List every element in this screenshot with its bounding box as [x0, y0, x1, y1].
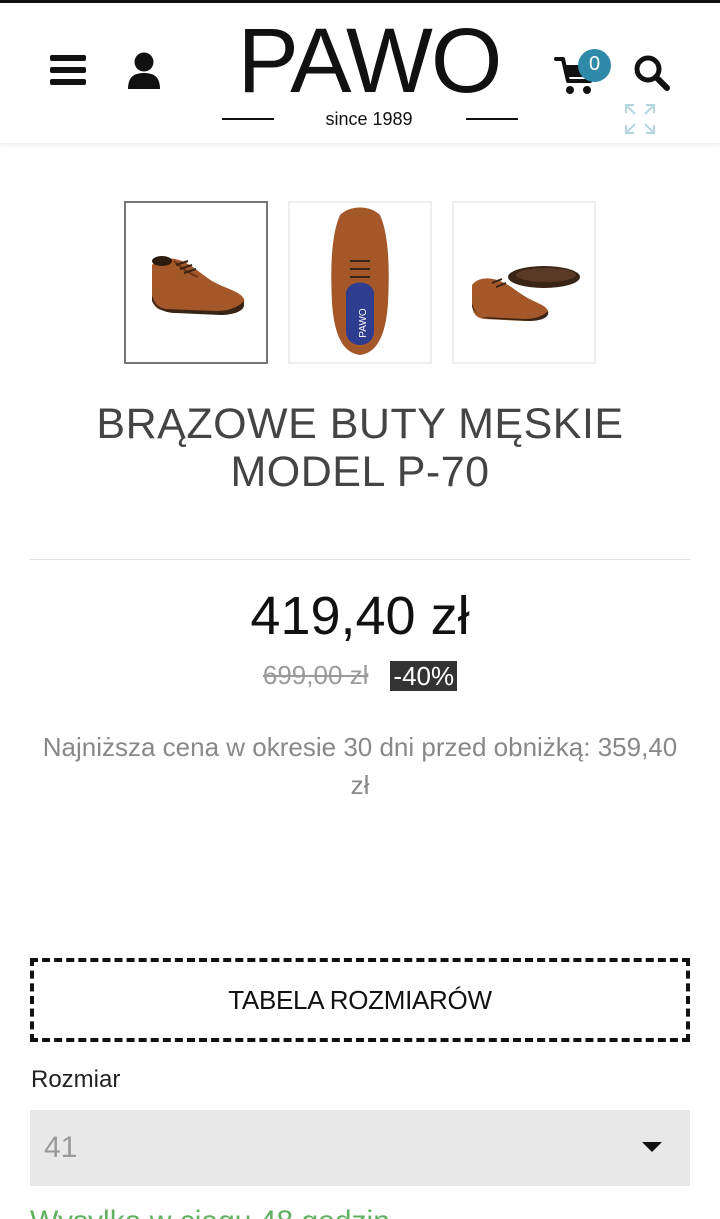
old-price-row: 699,00 zł -40% — [0, 660, 720, 694]
thumbnail-1[interactable] — [124, 201, 268, 364]
current-price: 419,40 zł — [250, 586, 470, 646]
cart-count-badge: 0 — [578, 49, 611, 82]
product-title: BRĄZOWE BUTY MĘSKIE MODEL P-70 — [96, 400, 624, 496]
shoe-pair-image — [472, 266, 580, 321]
thumbnail-3[interactable] — [452, 201, 596, 364]
menu-icon[interactable] — [50, 55, 86, 87]
divider — [30, 559, 690, 560]
logo-tagline: since 1989 — [216, 107, 522, 131]
site-header: PAWO since 1989 0 — [0, 3, 720, 143]
size-selected-value: 41 — [44, 1131, 78, 1164]
logo-text: PAWO — [237, 10, 503, 112]
user-icon[interactable] — [126, 51, 162, 91]
shoe-top-image: PAWO — [331, 207, 389, 355]
lowest-price-note: Najniższa cena w okresie 30 dni przed ob… — [42, 732, 678, 800]
search-icon[interactable] — [632, 53, 672, 93]
size-table-button[interactable]: TABELA ROZMIARÓW — [30, 958, 690, 1042]
shipping-note: Wysyłka w ciągu 48 godzin — [30, 1204, 390, 1219]
shoe-side-image — [152, 256, 245, 315]
expand-icon[interactable] — [624, 103, 656, 135]
site-logo[interactable]: PAWO since 1989 — [216, 15, 522, 135]
old-price: 699,00 zł — [262, 660, 369, 690]
insole-logo: PAWO — [358, 308, 369, 338]
thumbnail-2[interactable]: PAWO — [288, 201, 432, 364]
chevron-down-icon — [642, 1142, 662, 1152]
size-label: Rozmiar — [31, 1066, 121, 1093]
size-select[interactable]: 41 — [30, 1110, 690, 1186]
discount-badge: -40% — [390, 660, 458, 691]
